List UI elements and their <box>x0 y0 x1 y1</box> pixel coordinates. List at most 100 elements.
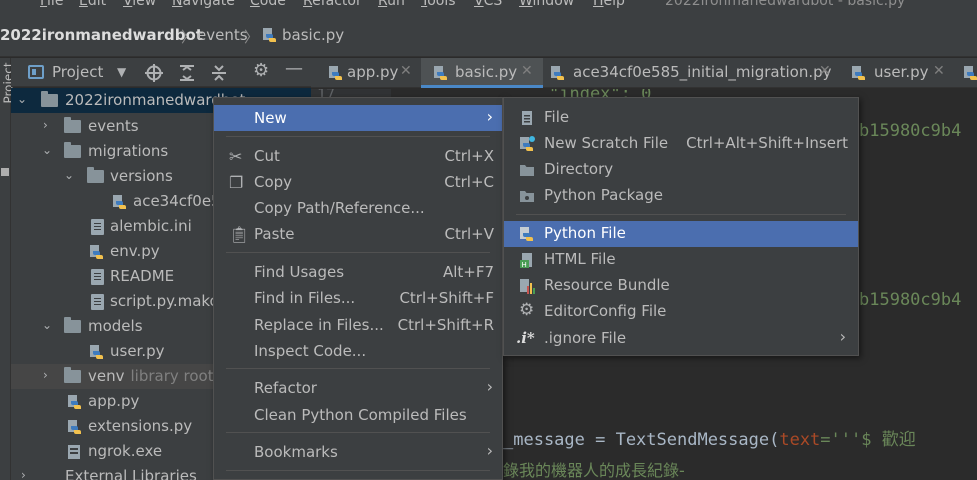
menu-edit[interactable]: Edit <box>79 0 106 9</box>
menu-item-label: Find Usages <box>254 263 345 281</box>
submenu-item-label: Python Package <box>544 186 663 204</box>
menu-item-copy[interactable]: ❐ Copy Ctrl+C <box>214 169 502 195</box>
submenu-item-file[interactable]: File <box>504 105 858 131</box>
tab-label: user.py <box>874 63 929 81</box>
menu-item-label: Clean Python Compiled Files <box>254 406 467 424</box>
chevron-down-icon[interactable]: ⌄ <box>42 318 52 332</box>
menu-item-label: Replace in Files... <box>254 316 384 334</box>
menu-item-cut[interactable]: ✂ Cut Ctrl+X <box>214 143 502 169</box>
chevron-right-icon[interactable]: › <box>21 468 26 480</box>
python-file-icon <box>68 420 81 434</box>
window-title: 2022ironmanedwardbot - basic.py <box>665 0 906 9</box>
breadcrumb: 2022ironmanedwardbot 〉 events 〉 basic.py <box>0 12 977 57</box>
submenu-item-directory[interactable]: Directory <box>504 157 858 183</box>
submenu-item-editorconfig[interactable]: ⚙ EditorConfig File <box>504 299 858 325</box>
menu-item-label: Cut <box>254 147 280 165</box>
code-segment: _message = TextSendMessage( <box>503 430 780 450</box>
tree-item-label-wrap: venv library root <box>88 367 214 385</box>
chevron-down-icon[interactable]: ▼ <box>117 65 126 79</box>
submenu-item-label: File <box>544 108 570 126</box>
menu-refactor[interactable]: Refactor <box>303 0 362 9</box>
paste-icon: 📋︎ <box>229 225 250 244</box>
menu-item-clean-compiled[interactable]: Clean Python Compiled Files <box>214 402 502 428</box>
submenu-item-scratch-file[interactable]: New Scratch File Ctrl+Alt+Shift+Insert <box>504 131 858 157</box>
gear-icon: ⚙ <box>519 300 535 320</box>
menu-view[interactable]: View <box>123 0 156 9</box>
executable-icon <box>68 445 80 459</box>
file-icon <box>91 219 104 235</box>
library-root-hint: library root <box>130 367 214 385</box>
folder-icon <box>520 165 534 176</box>
menu-item-paste[interactable]: 📋︎ Paste Ctrl+V <box>214 221 502 247</box>
folder-icon <box>64 142 81 158</box>
chevron-right-icon[interactable]: › <box>43 118 48 132</box>
menu-code[interactable]: Code <box>250 0 286 9</box>
breadcrumb-events[interactable]: events <box>197 26 248 44</box>
menu-window[interactable]: Window <box>519 0 574 9</box>
close-icon[interactable]: ✕ <box>933 63 945 79</box>
menu-item-bookmarks[interactable]: Bookmarks › <box>214 439 502 465</box>
tab-migration-py[interactable]: ace34cf0e585_initial_migration.py ✕ <box>543 58 843 88</box>
menu-item-label: Copy <box>254 173 293 191</box>
close-icon[interactable]: ✕ <box>819 63 831 79</box>
menu-item-inspect-code[interactable]: Inspect Code... <box>214 338 502 364</box>
gear-icon[interactable]: ⚙ <box>253 60 269 81</box>
tree-item-label: versions <box>110 167 173 185</box>
python-file-icon <box>434 66 447 80</box>
collapse-all-icon[interactable] <box>210 64 228 82</box>
copy-icon: ❐ <box>229 173 244 192</box>
submenu-item-html-file[interactable]: H HTML File <box>504 247 858 273</box>
expand-all-icon[interactable] <box>178 64 196 82</box>
chevron-down-icon[interactable]: ⌄ <box>42 143 52 157</box>
submenu-item-python-file[interactable]: Python File <box>504 221 858 247</box>
tree-item-label: app.py <box>88 392 140 410</box>
menu-vcs[interactable]: VCS <box>474 0 502 9</box>
menu-item-find-usages[interactable]: Find Usages Alt+F7 <box>214 259 502 285</box>
folder-icon <box>64 367 81 383</box>
menu-item-refactor[interactable]: Refactor › <box>214 375 502 401</box>
python-file-icon[interactable] <box>963 65 977 81</box>
menu-navigate[interactable]: Navigate <box>172 0 235 9</box>
menu-run[interactable]: Run <box>378 0 405 9</box>
new-submenu: File New Scratch File Ctrl+Alt+Shift+Ins… <box>503 97 859 356</box>
python-file-icon <box>90 245 103 259</box>
tab-app-py[interactable]: app.py ✕ <box>311 58 423 88</box>
chevron-down-icon[interactable]: ⌄ <box>64 168 74 182</box>
scissors-icon: ✂ <box>229 147 243 166</box>
tree-item-label: alembic.ini <box>110 217 192 235</box>
folder-icon <box>41 91 58 107</box>
breadcrumb-project[interactable]: 2022ironmanedwardbot <box>0 26 203 44</box>
python-file-icon <box>551 66 564 80</box>
tree-item-label: user.py <box>110 342 165 360</box>
tree-item-label: env.py <box>110 242 160 260</box>
menu-item-label: Paste <box>254 225 295 243</box>
menu-divider <box>226 470 490 471</box>
close-icon[interactable]: ✕ <box>400 63 412 79</box>
structure-icon[interactable] <box>1 168 9 176</box>
menu-help[interactable]: Help <box>593 0 625 9</box>
minimize-icon[interactable]: — <box>285 58 303 79</box>
tree-item-label: extensions.py <box>88 417 193 435</box>
submenu-item-resource-bundle[interactable]: Resource Bundle <box>504 273 858 299</box>
menu-item-label: Bookmarks <box>254 443 338 461</box>
menu-item-new[interactable]: New › <box>214 105 502 131</box>
menu-divider <box>226 432 490 433</box>
menu-item-find-in-files[interactable]: Find in Files... Ctrl+Shift+F <box>214 285 502 311</box>
submenu-item-ignore-file[interactable]: .i* .ignore File › <box>504 326 858 352</box>
locate-icon[interactable] <box>145 64 163 82</box>
menu-file[interactable]: File <box>40 0 63 9</box>
tab-basic-py[interactable]: basic.py ✕ <box>421 58 543 88</box>
breadcrumb-separator: 〉 <box>244 28 260 46</box>
project-panel-title[interactable]: Project <box>52 63 103 81</box>
submenu-item-python-package[interactable]: Python Package <box>504 183 858 209</box>
chevron-right-icon[interactable]: › <box>43 368 48 382</box>
context-menu: New › ✂ Cut Ctrl+X ❐ Copy Ctrl+C Copy Pa… <box>213 97 503 480</box>
breadcrumb-file[interactable]: basic.py <box>282 26 344 44</box>
tab-user-py[interactable]: user.py ✕ <box>843 58 953 88</box>
chevron-down-icon[interactable]: ⌄ <box>17 92 27 106</box>
close-icon[interactable]: ✕ <box>521 63 533 79</box>
menu-item-copy-path[interactable]: Copy Path/Reference... <box>214 195 502 221</box>
menu-item-replace-in-files[interactable]: Replace in Files... Ctrl+Shift+R <box>214 312 502 338</box>
python-file-icon <box>329 66 342 80</box>
menu-tools[interactable]: Tools <box>421 0 456 9</box>
